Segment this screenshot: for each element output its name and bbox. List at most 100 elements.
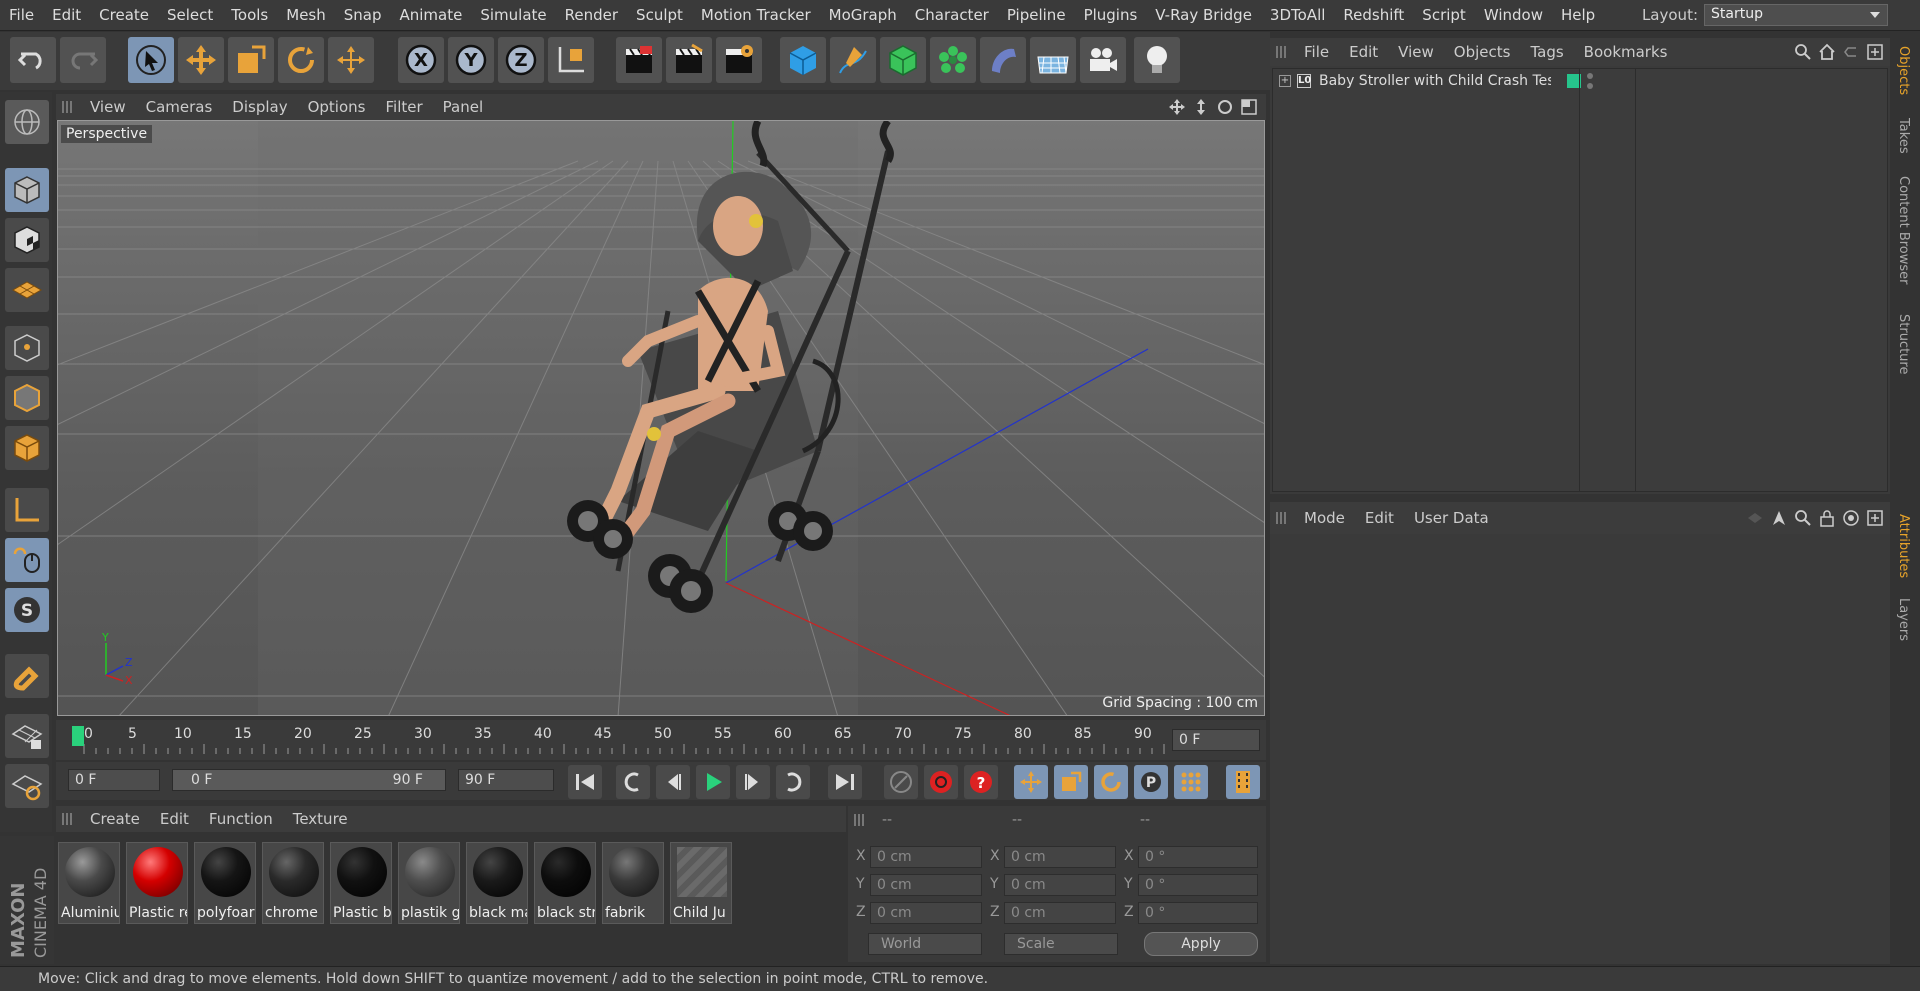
panel-grip[interactable] xyxy=(62,813,74,825)
tab-objects[interactable]: Objects xyxy=(1896,46,1911,95)
next-keyframe-button[interactable] xyxy=(776,765,810,799)
key-scale-button[interactable] xyxy=(1054,765,1088,799)
menu-script[interactable]: Script xyxy=(1413,6,1475,24)
panel-grip[interactable] xyxy=(854,814,866,826)
attr-menu-mode[interactable]: Mode xyxy=(1294,509,1355,527)
render-view-button[interactable] xyxy=(616,37,662,83)
move-tool-button[interactable] xyxy=(178,37,224,83)
x-axis-lock-button[interactable]: X xyxy=(398,37,444,83)
texture-mode-button[interactable] xyxy=(5,218,49,262)
preview-range-slider[interactable]: 0 F 90 F xyxy=(172,769,446,791)
perspective-viewport[interactable]: Y Z X Perspective Grid Spacing : 100 cm xyxy=(57,120,1265,716)
material-swatch[interactable]: plastik g xyxy=(398,842,460,924)
tab-layers[interactable]: Layers xyxy=(1896,598,1911,641)
cube-object-button[interactable] xyxy=(780,37,826,83)
rotation-p-field[interactable]: 0 ° xyxy=(1138,874,1258,896)
attr-menu-user-data[interactable]: User Data xyxy=(1404,509,1499,527)
menu-character[interactable]: Character xyxy=(906,6,998,24)
position-x-field[interactable]: 0 cm xyxy=(870,846,982,868)
vp-menu-view[interactable]: View xyxy=(80,98,136,116)
mat-menu-function[interactable]: Function xyxy=(199,810,283,828)
tab-content-browser[interactable]: Content Browser xyxy=(1896,176,1911,285)
visibility-dots[interactable] xyxy=(1587,73,1595,89)
workplane-mode-button[interactable] xyxy=(5,268,49,312)
render-picture-viewer-button[interactable] xyxy=(666,37,712,83)
menu-motion-tracker[interactable]: Motion Tracker xyxy=(692,6,820,24)
nav-back-icon[interactable] xyxy=(1746,509,1764,527)
tab-attributes[interactable]: Attributes xyxy=(1896,514,1911,578)
polygons-mode-button[interactable] xyxy=(5,426,49,470)
material-swatch[interactable]: polyfoar xyxy=(194,842,256,924)
go-to-start-button[interactable] xyxy=(568,765,602,799)
obj-menu-tags[interactable]: Tags xyxy=(1520,43,1573,61)
redo-button[interactable] xyxy=(60,37,106,83)
deformer-button[interactable] xyxy=(980,37,1026,83)
vp-menu-options[interactable]: Options xyxy=(298,98,376,116)
menu-select[interactable]: Select xyxy=(158,6,222,24)
obj-menu-bookmarks[interactable]: Bookmarks xyxy=(1574,43,1678,61)
maximize-view-icon[interactable] xyxy=(1240,98,1258,116)
size-y-field[interactable]: 0 cm xyxy=(1004,874,1116,896)
record-keys-button[interactable] xyxy=(884,765,918,799)
key-pla-button[interactable] xyxy=(1174,765,1208,799)
live-selection-button[interactable] xyxy=(128,37,174,83)
make-editable-button[interactable] xyxy=(5,100,49,144)
search-icon[interactable] xyxy=(1794,509,1812,527)
lock-workplane-button[interactable] xyxy=(5,714,49,758)
obj-menu-objects[interactable]: Objects xyxy=(1444,43,1521,61)
object-name[interactable]: Baby Stroller with Child Crash Test xyxy=(1319,73,1551,89)
material-swatch[interactable]: fabrik xyxy=(602,842,664,924)
model-mode-button[interactable] xyxy=(5,168,49,212)
zoom-view-icon[interactable] xyxy=(1192,98,1210,116)
menu-help[interactable]: Help xyxy=(1552,6,1604,24)
playhead[interactable] xyxy=(72,726,84,746)
menu-simulate[interactable]: Simulate xyxy=(471,6,555,24)
transform-tool-button[interactable] xyxy=(328,37,374,83)
camera-button[interactable] xyxy=(1080,37,1126,83)
new-panel-icon[interactable] xyxy=(1866,509,1884,527)
planar-workplane-button[interactable] xyxy=(5,764,49,808)
material-swatch[interactable]: Child Ju xyxy=(670,842,732,924)
size-z-field[interactable]: 0 cm xyxy=(1004,902,1116,924)
object-list[interactable]: + L0 Baby Stroller with Child Crash Test xyxy=(1272,68,1888,492)
subdivision-surface-button[interactable] xyxy=(880,37,926,83)
home-icon[interactable] xyxy=(1818,43,1836,61)
axis-mode-button[interactable] xyxy=(5,488,49,532)
vp-menu-cameras[interactable]: Cameras xyxy=(136,98,223,116)
undo-button[interactable] xyxy=(10,37,56,83)
menu-sculpt[interactable]: Sculpt xyxy=(627,6,692,24)
object-row[interactable]: + L0 Baby Stroller with Child Crash Test xyxy=(1273,69,1887,93)
go-to-end-button[interactable] xyxy=(828,765,862,799)
y-axis-lock-button[interactable]: Y xyxy=(448,37,494,83)
search-icon[interactable] xyxy=(1794,43,1812,61)
lock-icon[interactable] xyxy=(1818,509,1836,527)
arrow-up-icon[interactable] xyxy=(1770,509,1788,527)
tab-structure[interactable]: Structure xyxy=(1896,314,1911,374)
mat-menu-texture[interactable]: Texture xyxy=(283,810,358,828)
position-z-field[interactable]: 0 cm xyxy=(870,902,982,924)
rotate-tool-button[interactable] xyxy=(278,37,324,83)
previous-keyframe-button[interactable] xyxy=(616,765,650,799)
key-parameter-button[interactable]: P xyxy=(1134,765,1168,799)
size-mode-dropdown[interactable]: Scale xyxy=(1004,933,1118,955)
new-panel-icon[interactable] xyxy=(1866,43,1884,61)
cloner-button[interactable] xyxy=(930,37,976,83)
menu-mograph[interactable]: MoGraph xyxy=(820,6,906,24)
current-frame-field[interactable]: 0 F xyxy=(1172,729,1260,751)
edges-mode-button[interactable] xyxy=(5,376,49,420)
mat-menu-create[interactable]: Create xyxy=(80,810,150,828)
solo-mode-button[interactable]: S xyxy=(5,588,49,632)
menu-edit[interactable]: Edit xyxy=(43,6,90,24)
apply-button[interactable]: Apply xyxy=(1144,932,1258,956)
menu-pipeline[interactable]: Pipeline xyxy=(998,6,1075,24)
menu-tools[interactable]: Tools xyxy=(222,6,277,24)
menu-3dtoall[interactable]: 3DToAll xyxy=(1261,6,1334,24)
material-swatch[interactable]: chrome xyxy=(262,842,324,924)
pen-spline-button[interactable] xyxy=(830,37,876,83)
material-swatch[interactable]: Plastic re xyxy=(126,842,188,924)
obj-menu-view[interactable]: View xyxy=(1388,43,1444,61)
render-settings-button[interactable] xyxy=(716,37,762,83)
vp-menu-filter[interactable]: Filter xyxy=(375,98,432,116)
target-icon[interactable] xyxy=(1842,509,1860,527)
z-axis-lock-button[interactable]: Z xyxy=(498,37,544,83)
